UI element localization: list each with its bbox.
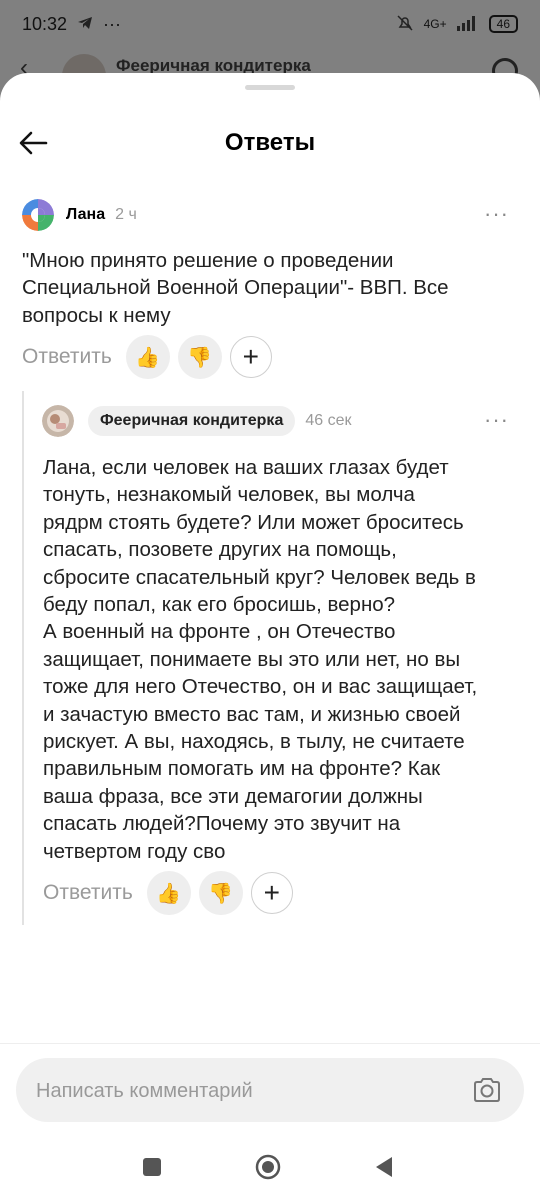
more-dots-icon[interactable]: ··· <box>484 407 509 433</box>
camera-icon[interactable] <box>472 1076 502 1104</box>
comment-line: "Мною принято решение о проведении <box>22 249 394 272</box>
sheet-grabber[interactable] <box>245 85 295 90</box>
dislike-button[interactable]: 👎 <box>177 335 222 379</box>
plus-icon: + <box>242 341 259 372</box>
comment-time: 2 ч <box>115 206 137 223</box>
reply-line: спасать, позовете других на помощь, <box>43 538 397 562</box>
telegram-icon <box>77 14 93 35</box>
reply-line: защищает, понимаете вы это или нет, но в… <box>43 647 461 671</box>
replies-sheet: Ответы Лана 2 ч ··· "Мною принято решени… <box>0 73 540 1200</box>
battery-indicator: 46 <box>488 15 518 33</box>
thumbs-down-icon: 👎 <box>187 346 213 369</box>
comment-actions: Ответить 👍 👎 + <box>22 335 272 379</box>
reply-time: 46 сек <box>305 412 352 429</box>
mute-icon <box>396 14 414 34</box>
more-dots-icon[interactable]: ··· <box>484 201 509 227</box>
reply-line: сбросите спасательный круг? Человек ведь… <box>43 565 476 589</box>
status-bar: 10:32 ··· 4G+ 46 <box>0 0 540 48</box>
add-reaction-button[interactable]: + <box>250 872 293 914</box>
thumbs-up-icon: 👍 <box>135 346 161 369</box>
divider <box>0 1043 540 1044</box>
reply-button[interactable]: Ответить <box>43 881 133 905</box>
reply-line: А военный на фронте , он Отечество <box>43 620 396 644</box>
reply-line: рискует. А вы, находясь, в тылу, не счит… <box>43 730 465 754</box>
more-notifications-icon: ··· <box>103 13 122 34</box>
avatar[interactable] <box>42 405 74 437</box>
reply-line: и зачастую вместо вас там, и жизнью свое… <box>43 702 461 726</box>
reply-line: тонуть, незнакомый человек, вы молча <box>43 483 415 507</box>
reply-line: беду попал, как его бросишь, верно? <box>43 593 396 617</box>
recent-apps-icon[interactable] <box>142 1157 162 1177</box>
reply-text: Лана, если человек на ваших глазах будет… <box>43 454 477 865</box>
home-icon[interactable] <box>255 1154 281 1180</box>
dislike-button[interactable]: 👎 <box>198 871 243 915</box>
thread-line <box>22 391 24 925</box>
plus-icon: + <box>263 877 280 908</box>
comment-line: Специальной Военной Операции"- ВВП. Все <box>22 276 449 300</box>
page-title: Ответы <box>224 129 316 156</box>
reply-line: Лана, если человек на ваших глазах будет <box>43 456 449 479</box>
comment-input-bar <box>16 1058 524 1124</box>
comment-line: вопросы к нему <box>22 303 171 327</box>
reply-line: правильным помогать им на фронте? Как <box>43 757 441 781</box>
reply-line: четвертом году сво <box>43 839 226 863</box>
reply-line: спасать людей?Почему это звучит на <box>43 812 401 836</box>
back-nav-icon[interactable] <box>374 1155 394 1179</box>
reply-button[interactable]: Ответить <box>22 345 112 369</box>
avatar[interactable] <box>22 199 54 231</box>
reply-line: рядрм стоять будете? Или может броситесь <box>43 510 464 534</box>
comment-author[interactable]: Лана <box>66 206 105 224</box>
like-button[interactable]: 👍 <box>146 871 191 915</box>
comment-input[interactable] <box>34 1058 458 1124</box>
comment-text: "Мною принято решение о проведении Специ… <box>22 247 449 329</box>
status-time: 10:32 <box>22 13 68 34</box>
comment-header: Лана 2 ч <box>22 199 137 231</box>
add-reaction-button[interactable]: + <box>229 336 272 378</box>
reply-author[interactable]: Фееричная кондитерка <box>88 406 296 436</box>
like-button[interactable]: 👍 <box>125 335 170 379</box>
network-label: 4G+ <box>423 17 447 31</box>
reply-header: Фееричная кондитерка 46 сек <box>42 405 351 437</box>
system-nav-bar <box>0 1149 540 1200</box>
reply-line: ваша фраза, все эти демагогии должны <box>43 784 423 808</box>
signal-icon <box>456 15 479 34</box>
reply-line: тоже для него Отечество, он и вас защища… <box>43 675 478 699</box>
thumbs-up-icon: 👍 <box>156 882 182 905</box>
thumbs-down-icon: 👎 <box>208 882 234 905</box>
reply-actions: Ответить 👍 👎 + <box>43 871 293 915</box>
